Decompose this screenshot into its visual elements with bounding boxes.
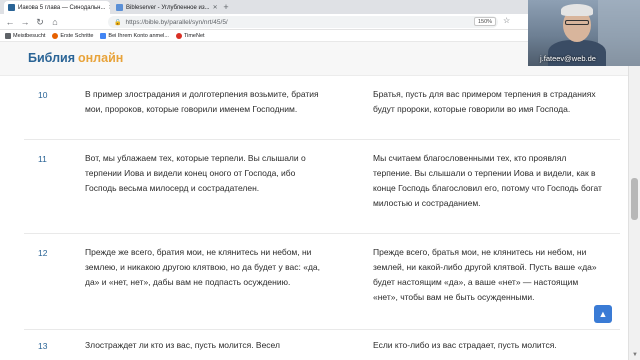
lock-icon: 🔒 (114, 19, 122, 26)
verse-number[interactable]: 11 (38, 154, 47, 164)
close-icon[interactable]: ✕ (108, 4, 110, 11)
participant-glasses (565, 20, 589, 25)
verse-row: 10 В пример злострадания и долготерпения… (24, 76, 620, 140)
bookmark-item[interactable]: Bei Ihrem Konto anmel... (100, 32, 169, 39)
chevron-up-icon: ▲ (598, 309, 608, 319)
participant-name: j.fateev@web.de (540, 54, 596, 63)
participant-hair (561, 4, 593, 16)
bookmark-label: Bei Ihrem Konto anmel... (108, 32, 169, 39)
verse-text-synodal: В пример злострадания и долготерпения во… (85, 89, 319, 114)
parallel-verses: 10 В пример злострадания и долготерпения… (0, 76, 628, 360)
forward-icon[interactable]: → (19, 16, 31, 28)
bookmark-star-icon[interactable]: ☆ (503, 16, 510, 25)
tab-inactive[interactable]: Bibleserver - Углубленное из... ✕ (112, 1, 218, 14)
verse-number[interactable]: 12 (38, 248, 47, 258)
verse-text-nrt: Братья, пусть для вас примером терпения … (373, 89, 596, 114)
back-icon[interactable]: ← (4, 16, 16, 28)
verse-row: 11 Вот, мы ублажаем тех, которые терпели… (24, 140, 620, 234)
tab-title: Иакова 5 глава — Синодальн... (18, 4, 106, 11)
bookmark-item[interactable]: Erste Schritte (52, 32, 94, 39)
verse-number[interactable]: 13 (38, 341, 47, 351)
scroll-to-top-button[interactable]: ▲ (594, 305, 612, 323)
verse-row: 12 Прежде же всего, братия мои, не кляни… (24, 234, 620, 330)
verse-text-synodal: Прежде же всего, братия мои, не клянитес… (85, 247, 321, 287)
verse-text-nrt: Если кто-либо из вас страдает, пусть мол… (373, 340, 557, 350)
logo-main-text: Библия (28, 51, 75, 65)
zoom-indicator[interactable]: 150% (474, 17, 497, 26)
site-logo[interactable]: Библия онлайн (28, 51, 123, 65)
verse-number[interactable]: 10 (38, 90, 47, 100)
url-text: https://bible.by/parallel/syn/nrt/45/5/ (125, 18, 228, 26)
timenet-icon (175, 32, 182, 39)
gear-icon (5, 32, 11, 39)
scrollbar-thumb[interactable] (631, 178, 638, 220)
home-icon[interactable]: ⌂ (49, 16, 61, 28)
bookmark-label: Erste Schritte (60, 32, 94, 39)
verse-text-nrt: Прежде всего, братья мои, не клянитесь н… (373, 247, 597, 302)
verse-text-nrt: Мы считаем благословенными тех, кто проя… (373, 153, 602, 208)
close-icon[interactable]: ✕ (213, 4, 218, 11)
webcam-video: j.fateev@web.de (528, 0, 640, 66)
verse-text-synodal: Вот, мы ублажаем тех, которые терпели. В… (85, 153, 306, 193)
bookmark-item[interactable]: TimeNet (175, 32, 205, 39)
new-tab-icon[interactable]: + (220, 1, 232, 13)
windows-icon (100, 32, 107, 39)
tab-favicon-icon (116, 4, 123, 11)
bookmark-item[interactable]: Meistbesucht (5, 32, 46, 39)
reload-icon[interactable]: ↻ (34, 16, 46, 28)
verse-row: 13 Злостраждет ли кто из вас, пусть моли… (24, 330, 620, 360)
bookmark-label: Meistbesucht (13, 32, 46, 39)
scroll-down-icon[interactable]: ▼ (629, 350, 640, 360)
tab-favicon-icon (8, 4, 15, 11)
tab-active[interactable]: Иакова 5 глава — Синодальн... ✕ (4, 1, 110, 14)
bookmark-label: TimeNet (183, 32, 205, 39)
tab-title: Bibleserver - Углубленное из... (126, 4, 210, 11)
page-scrollbar[interactable]: ▲ ▼ (628, 42, 640, 360)
firefox-icon (52, 32, 59, 39)
address-bar[interactable]: 🔒 https://bible.by/parallel/syn/nrt/45/5… (108, 16, 498, 28)
logo-accent-text: онлайн (78, 51, 124, 65)
verse-text-synodal: Злостраждет ли кто из вас, пусть молится… (85, 340, 280, 350)
